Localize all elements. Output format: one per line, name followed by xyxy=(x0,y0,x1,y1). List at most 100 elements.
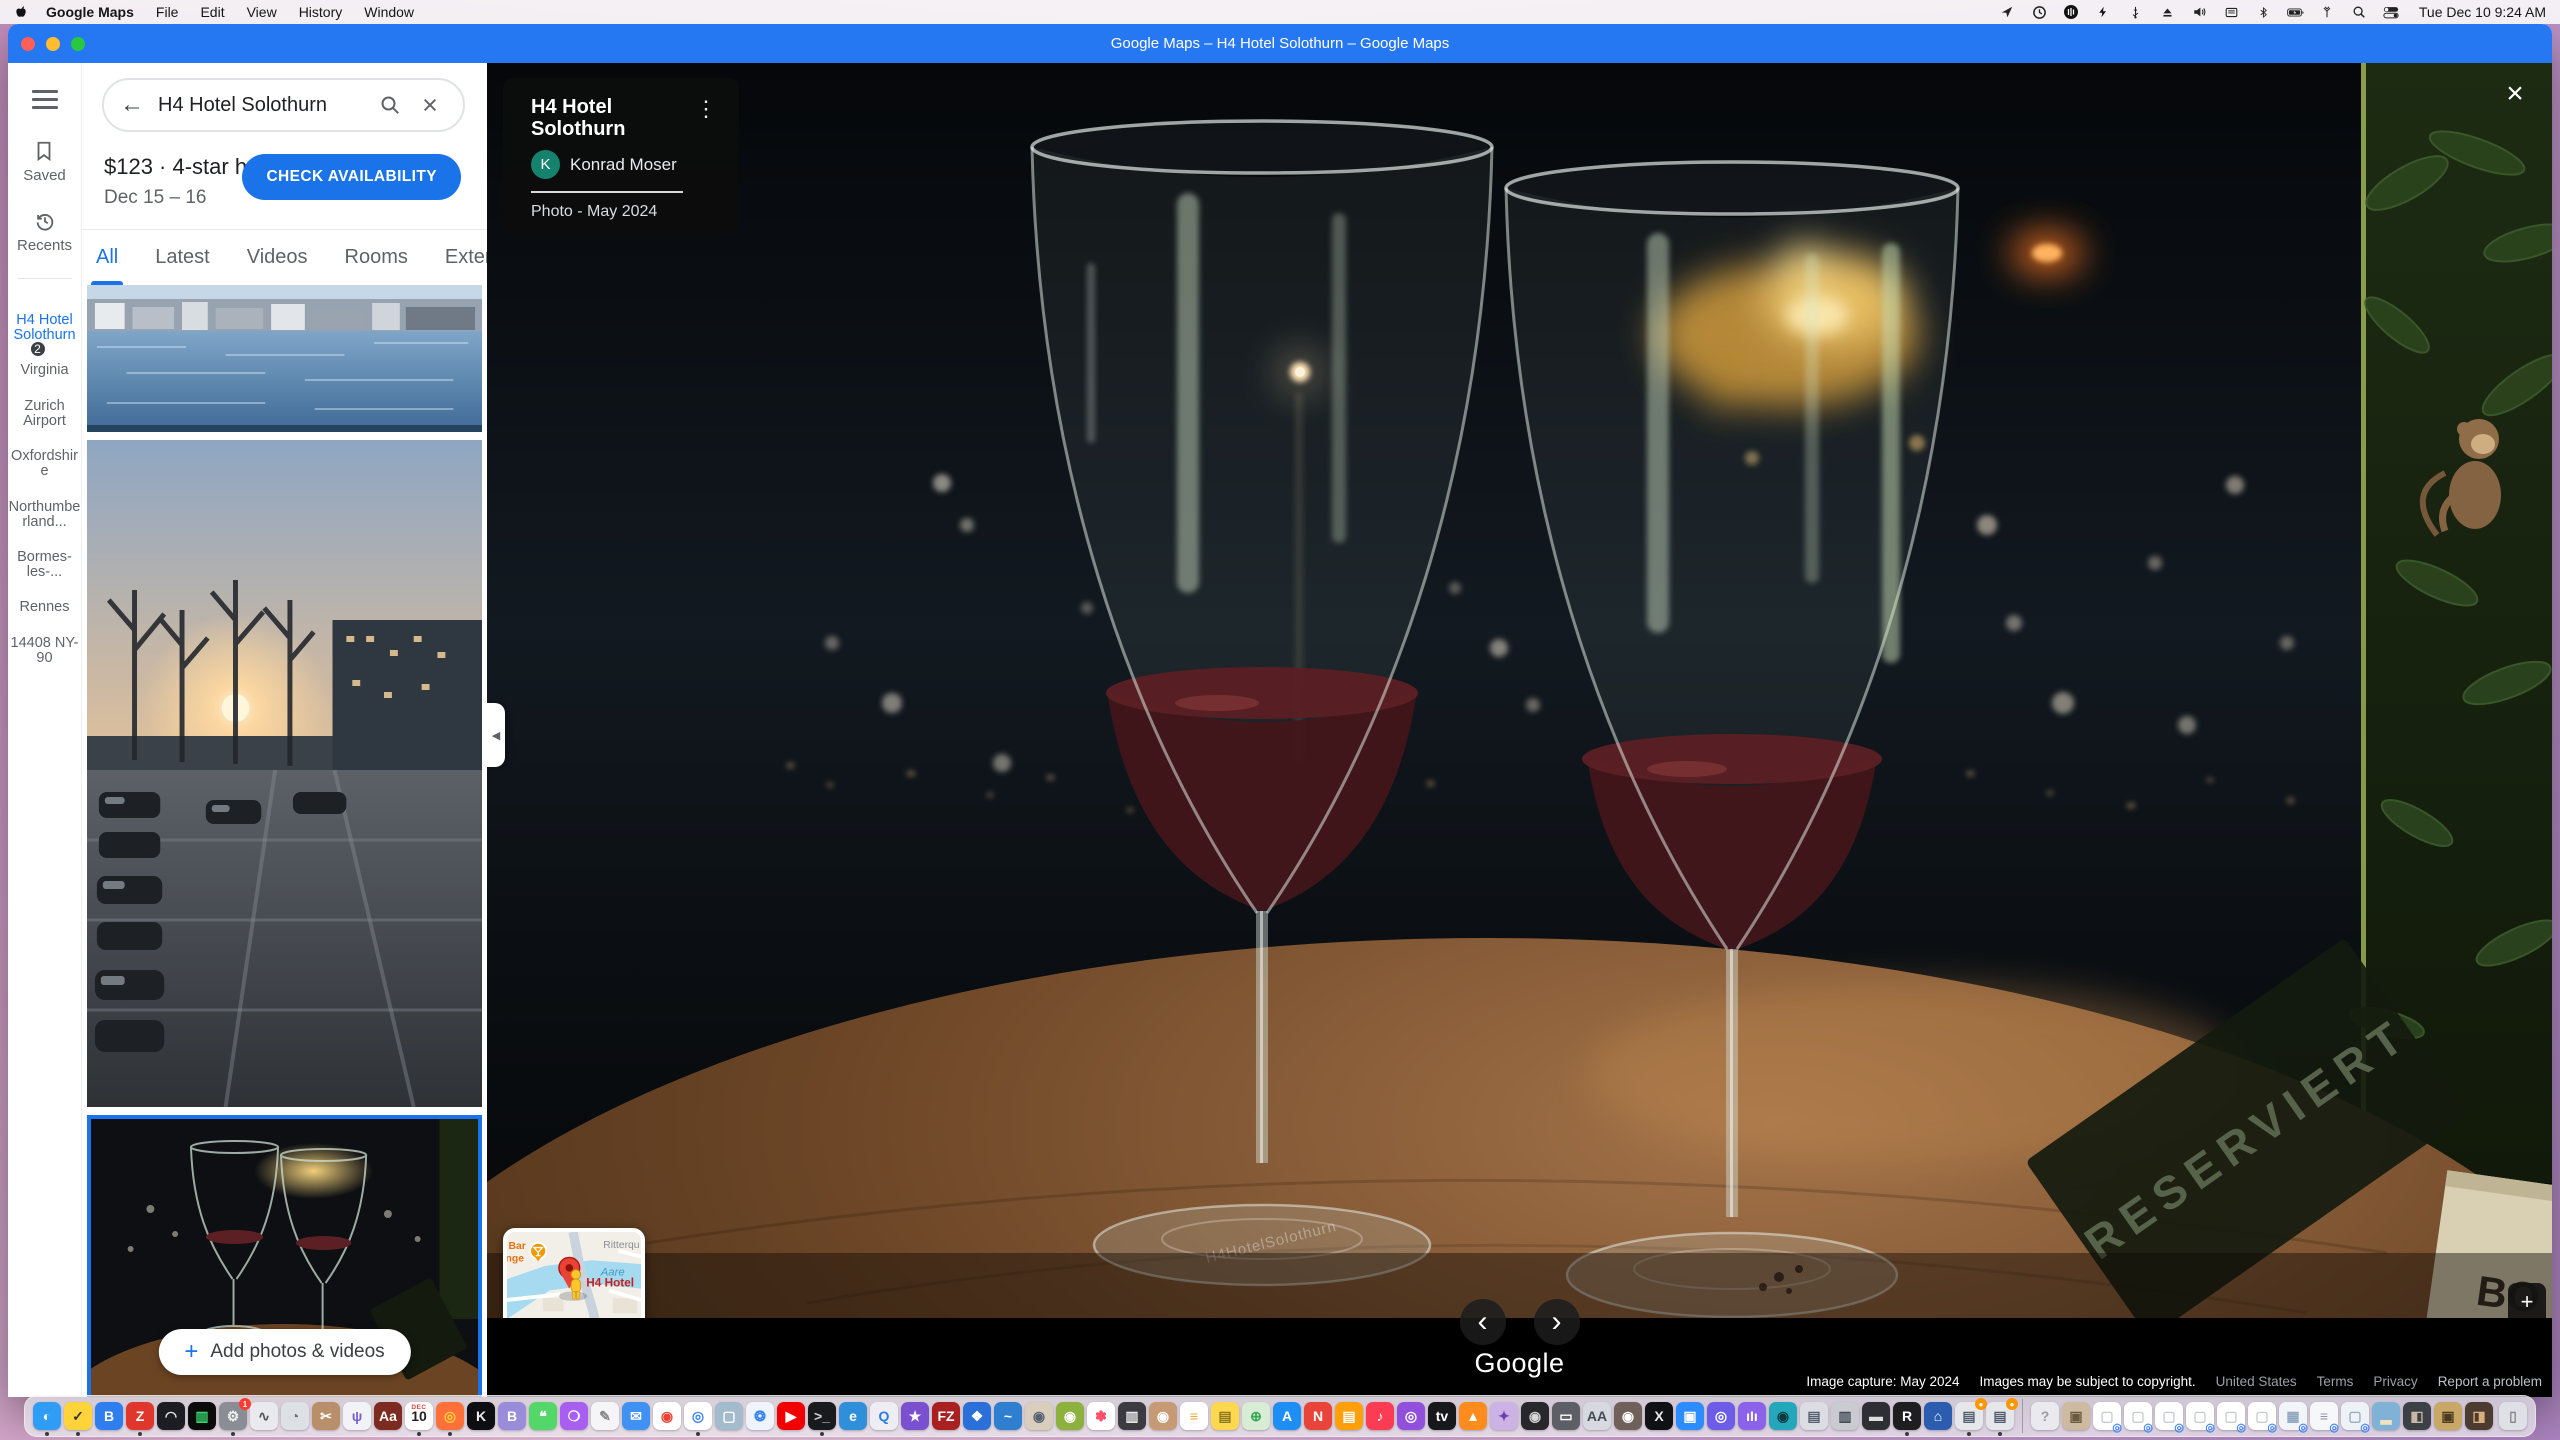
shared-printer-1[interactable]: ▤ ● xyxy=(1955,1402,1983,1430)
recent-place-item[interactable]: Zurich Airport xyxy=(8,392,81,429)
more-options-icon[interactable]: ⋮ xyxy=(691,96,721,122)
chrome-doc[interactable]: ▢ ◎ xyxy=(2093,1402,2121,1430)
system-settings[interactable]: ⚙ 1 xyxy=(219,1402,247,1430)
spotlight-icon[interactable] xyxy=(2351,4,2368,20)
clear-search-icon[interactable]: × xyxy=(413,90,447,121)
photo-tab[interactable]: Exterior xyxy=(445,246,487,285)
dvd-player[interactable]: ◉ xyxy=(1025,1402,1053,1430)
check-availability-button[interactable]: CHECK AVAILABILITY xyxy=(242,154,461,200)
frame-photo-doc[interactable]: ▣ xyxy=(2434,1402,2462,1430)
volume-icon[interactable] xyxy=(2191,4,2208,20)
photo-frame-doc[interactable]: ▣ xyxy=(2062,1402,2090,1430)
minimize-window-button[interactable] xyxy=(46,37,60,51)
voice-memos[interactable]: ıIı xyxy=(1738,1402,1766,1430)
bluetooth-app[interactable]: B xyxy=(95,1402,123,1430)
time-machine-icon[interactable] xyxy=(2031,4,2048,20)
origami-app[interactable]: ❖ xyxy=(963,1402,991,1430)
contacts[interactable]: ◉ xyxy=(1149,1402,1177,1430)
menu-item[interactable]: View xyxy=(247,4,277,20)
menu-app-name[interactable]: Google Maps xyxy=(46,4,134,20)
search-input[interactable] xyxy=(158,94,367,117)
filezilla[interactable]: FZ xyxy=(932,1402,960,1430)
vlc[interactable]: ▲ xyxy=(1459,1402,1487,1430)
activity-monitor[interactable]: ▥ xyxy=(188,1402,216,1430)
apple-tv[interactable]: tv xyxy=(1428,1402,1456,1430)
menu-hamburger-icon[interactable] xyxy=(32,85,58,114)
chrome-doc[interactable]: ▢ ◎ xyxy=(2217,1402,2245,1430)
menu-item[interactable]: Window xyxy=(364,4,414,20)
footer-link[interactable]: Report a problem xyxy=(2438,1374,2542,1389)
zoom-window-button[interactable] xyxy=(71,37,85,51)
google-maps[interactable]: ◉ xyxy=(653,1402,681,1430)
console-app[interactable]: ▭ xyxy=(1552,1402,1580,1430)
gauge-app[interactable]: ◠ xyxy=(157,1402,185,1430)
photos[interactable]: ✽ xyxy=(1087,1402,1115,1430)
recent-place-item[interactable]: Bormes-les-... xyxy=(8,543,81,580)
chrome-doc[interactable]: ▢ ◎ xyxy=(2124,1402,2152,1430)
bar-photo-doc[interactable]: ◨ xyxy=(2465,1402,2493,1430)
calendar[interactable]: DEC 10 xyxy=(405,1402,433,1430)
favorites-app[interactable]: ★ xyxy=(901,1402,929,1430)
barber-app[interactable]: ✂ xyxy=(312,1402,340,1430)
notes[interactable]: ▤ xyxy=(1211,1402,1239,1430)
home-app[interactable]: ⌂ xyxy=(1924,1402,1952,1430)
ink-printer[interactable]: ▬ xyxy=(1862,1402,1890,1430)
footer-link[interactable]: Privacy xyxy=(2373,1374,2417,1389)
camo-app[interactable]: ◉ xyxy=(1769,1402,1797,1430)
collapse-panel-tab[interactable]: ◀ xyxy=(487,703,505,767)
close-photo-icon[interactable]: × xyxy=(2498,79,2532,113)
shared-printer-2[interactable]: ▤ ● xyxy=(1986,1402,2014,1430)
eject-icon[interactable] xyxy=(2159,4,2176,20)
quicktime[interactable]: Q xyxy=(870,1402,898,1430)
menu-clock[interactable]: Tue Dec 10 9:24 AM xyxy=(2419,4,2546,20)
photo-tab[interactable]: Rooms xyxy=(345,246,408,285)
finder-question[interactable]: ? xyxy=(2031,1402,2059,1430)
bluetooth-icon[interactable] xyxy=(2255,4,2272,20)
wireless-icon[interactable] xyxy=(2319,4,2336,20)
battery-icon[interactable] xyxy=(2287,4,2304,20)
podcasts[interactable]: ◎ xyxy=(1397,1402,1425,1430)
drafts[interactable]: ✎ xyxy=(591,1402,619,1430)
menu-item[interactable]: Edit xyxy=(200,4,224,20)
handbrake[interactable]: ◉ xyxy=(1056,1402,1084,1430)
obs-app[interactable]: ◎ xyxy=(1707,1402,1735,1430)
trash[interactable]: ▯ xyxy=(2499,1402,2527,1430)
list-doc[interactable]: ≡ ◎ xyxy=(2310,1402,2338,1430)
dictionary[interactable]: AA xyxy=(1583,1402,1611,1430)
things[interactable]: ✓ xyxy=(64,1402,92,1430)
location-arrow-icon[interactable] xyxy=(1999,4,2016,20)
x-tool[interactable]: X xyxy=(1645,1402,1673,1430)
reminders[interactable]: ≡ xyxy=(1180,1402,1208,1430)
photo-tab[interactable]: All xyxy=(96,246,118,285)
zoom-in-button[interactable]: + xyxy=(2508,1283,2546,1321)
search-icon[interactable] xyxy=(373,93,407,117)
chrome-doc[interactable]: ▢ ◎ xyxy=(2186,1402,2214,1430)
photo-tab[interactable]: Latest xyxy=(155,246,209,285)
footer-link[interactable]: United States xyxy=(2216,1374,2297,1389)
recent-place-item[interactable]: 14408 NY-90 xyxy=(8,629,81,666)
messenger[interactable]: ❍ xyxy=(560,1402,588,1430)
sheet-doc[interactable]: ▦ ◎ xyxy=(2279,1402,2307,1430)
recent-place-item[interactable]: Rennes xyxy=(8,593,81,615)
stethoscope-app[interactable]: ∿ xyxy=(250,1402,278,1430)
app-store[interactable]: A xyxy=(1273,1402,1301,1430)
bible-app[interactable]: B xyxy=(498,1402,526,1430)
printer-utility[interactable]: ▤ xyxy=(1800,1402,1828,1430)
recent-place-item[interactable]: 2 Virginia xyxy=(8,356,81,378)
recents-button[interactable]: Recents xyxy=(17,210,72,254)
books[interactable]: ▤ xyxy=(1335,1402,1363,1430)
safari[interactable]: ❂ xyxy=(746,1402,774,1430)
news[interactable]: N xyxy=(1304,1402,1332,1430)
gimp[interactable]: ◉ xyxy=(1614,1402,1642,1430)
menu-item[interactable]: File xyxy=(156,4,179,20)
firefox[interactable]: ◎ xyxy=(436,1402,464,1430)
saved-button[interactable]: Saved xyxy=(23,140,66,184)
next-photo-button[interactable]: › xyxy=(1534,1299,1580,1345)
print-center[interactable]: ▥ xyxy=(1831,1402,1859,1430)
footer-link[interactable]: Terms xyxy=(2317,1374,2354,1389)
chrome-doc[interactable]: ▢ ◎ xyxy=(2155,1402,2183,1430)
garageband[interactable]: ▥ xyxy=(1118,1402,1146,1430)
photo-thumbnail-river[interactable] xyxy=(87,285,482,432)
music[interactable]: ♪ xyxy=(1366,1402,1394,1430)
control-center-icon[interactable] xyxy=(2383,4,2400,20)
